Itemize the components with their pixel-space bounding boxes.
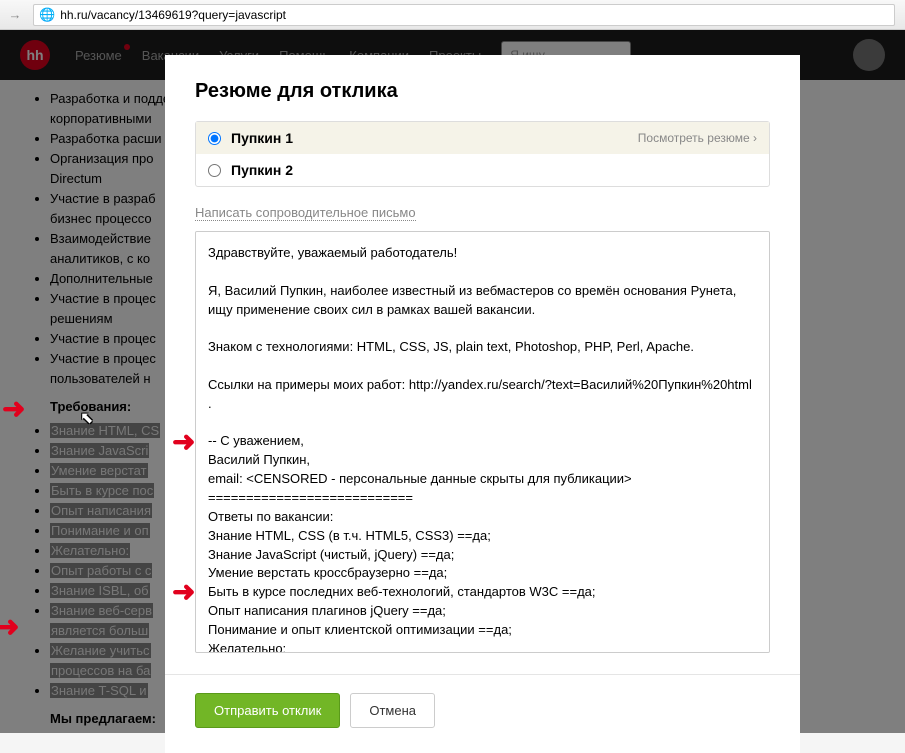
resume-option-1[interactable]: Пупкин 1 Посмотреть резюме	[196, 122, 769, 154]
resume-radio[interactable]	[208, 164, 221, 177]
view-resume-link[interactable]: Посмотреть резюме	[638, 131, 757, 145]
cover-letter-textarea[interactable]	[195, 231, 770, 653]
url-bar[interactable]: 🌐	[33, 4, 895, 26]
cover-letter-toggle[interactable]: Написать сопроводительное письмо	[195, 205, 416, 221]
url-input[interactable]	[60, 8, 889, 22]
resume-option-2[interactable]: Пупкин 2	[196, 154, 769, 186]
resume-list: Пупкин 1 Посмотреть резюме Пупкин 2	[195, 121, 770, 187]
modal-footer: Отправить отклик Отмена	[165, 674, 800, 728]
apply-modal: Резюме для отклика Пупкин 1 Посмотреть р…	[165, 55, 800, 753]
browser-toolbar: → 🌐	[0, 0, 905, 30]
resume-name: Пупкин 1	[231, 130, 638, 146]
resume-name: Пупкин 2	[231, 162, 757, 178]
submit-button[interactable]: Отправить отклик	[195, 693, 340, 728]
resume-radio[interactable]	[208, 132, 221, 145]
modal-title: Резюме для отклика	[195, 80, 770, 103]
cancel-button[interactable]: Отмена	[350, 693, 435, 728]
globe-icon: 🌐	[39, 7, 55, 23]
forward-button[interactable]: →	[5, 5, 25, 25]
